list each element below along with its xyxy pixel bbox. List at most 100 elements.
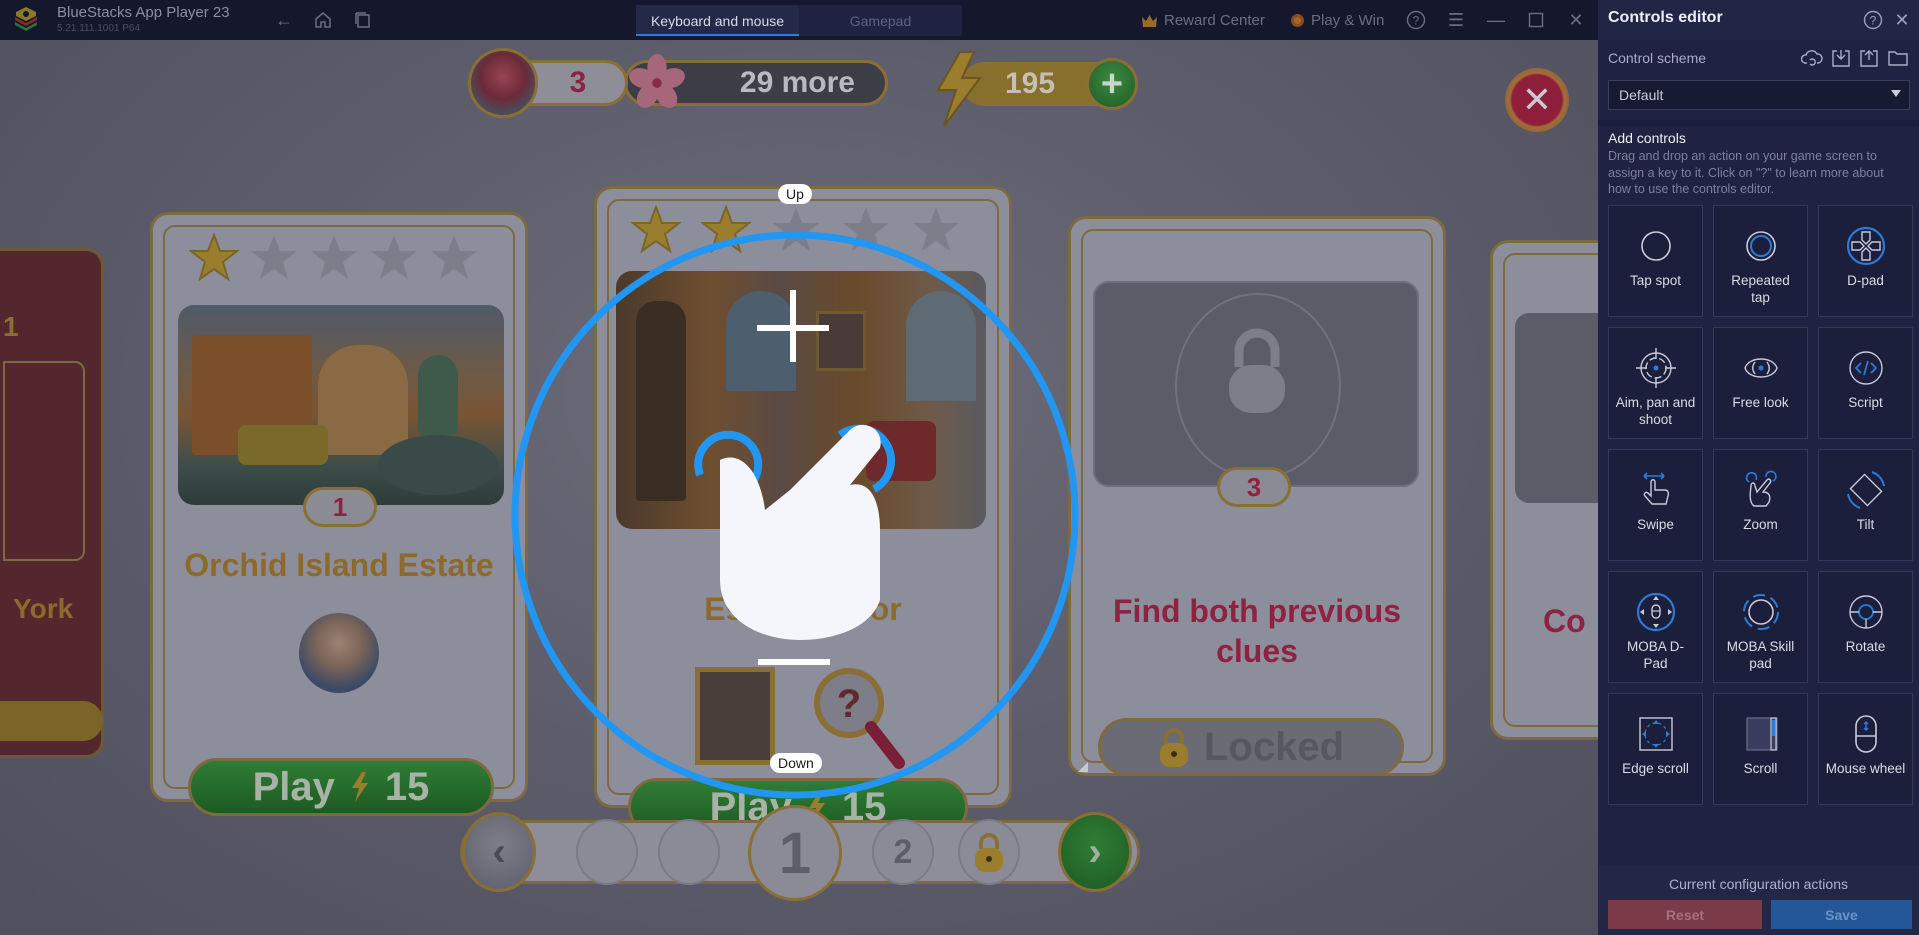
- card-badge-partial: 1: [3, 311, 19, 342]
- tilt-icon: [1846, 471, 1885, 509]
- locked-label: Locked: [1203, 724, 1345, 769]
- zoom-up-key-label[interactable]: Up: [778, 184, 812, 204]
- zoom-down-key-label[interactable]: Down: [770, 753, 822, 773]
- control-aim-pan-shoot[interactable]: Aim, pan and shoot: [1608, 327, 1703, 439]
- play-button-orchid[interactable]: Play 15: [188, 758, 494, 816]
- case-number-badge: 1: [303, 487, 377, 527]
- star-filled-icon: [631, 205, 681, 253]
- card-title-partial: Co: [1543, 603, 1586, 639]
- window-close-button[interactable]: ✕: [1564, 8, 1588, 32]
- control-script[interactable]: Script: [1818, 327, 1913, 439]
- control-mouse-wheel[interactable]: Mouse wheel: [1818, 693, 1913, 805]
- control-label: MOBA Skill pad: [1726, 639, 1795, 671]
- close-icon: ✕: [1568, 9, 1584, 30]
- player-avatar[interactable]: [468, 48, 538, 118]
- control-repeated-tap[interactable]: Repeated tap: [1713, 205, 1808, 317]
- control-zoom[interactable]: Zoom: [1713, 449, 1808, 561]
- control-moba-dpad[interactable]: MOBA D-Pad: [1608, 571, 1703, 683]
- control-tilt[interactable]: Tilt: [1818, 449, 1913, 561]
- card-title-partial: York: [13, 593, 74, 624]
- card-locked-case[interactable]: 3 Find both previous clues: [1068, 216, 1446, 776]
- case-title: Orchid Island Estate: [184, 547, 494, 583]
- locked-button[interactable]: Locked: [1098, 718, 1404, 776]
- card-estate-parlor[interactable]: Estate Parlor ?: [594, 186, 1012, 808]
- case-requirement: Find both previous clues: [1113, 593, 1401, 669]
- menu-button[interactable]: ☰: [1444, 8, 1468, 32]
- moba-skill-pad-icon: [1742, 594, 1779, 630]
- controls-editor-panel: Controls editor ? ✕ Control scheme Defau…: [1598, 0, 1919, 935]
- card-new-york-partial[interactable]: 1 York: [0, 248, 104, 758]
- aim-pan-shoot-icon: [1635, 348, 1676, 388]
- svg-text:?: ?: [837, 682, 861, 726]
- scroll-icon: [1745, 717, 1778, 751]
- home-button[interactable]: [311, 8, 335, 32]
- control-label: Script: [1848, 395, 1883, 410]
- card-next-partial[interactable]: Co: [1490, 240, 1598, 740]
- reward-center-button[interactable]: Reward Center: [1141, 8, 1265, 32]
- recent-apps-button[interactable]: [351, 8, 375, 32]
- padlock-icon: [975, 833, 1003, 872]
- control-free-look[interactable]: Free look: [1713, 327, 1808, 439]
- hamburger-menu-icon: ☰: [1447, 9, 1465, 30]
- pager-next-button[interactable]: ›: [1058, 812, 1132, 892]
- tap-spot-icon: [1640, 231, 1671, 261]
- star-rating: [631, 205, 961, 253]
- close-icon: ✕: [1894, 9, 1910, 30]
- pager-dot-empty[interactable]: [658, 819, 720, 885]
- tab-gamepad[interactable]: Gamepad: [799, 5, 962, 36]
- arrow-left-icon: ←: [275, 9, 293, 30]
- pager-dot-empty[interactable]: [576, 819, 638, 885]
- control-rotate[interactable]: Rotate: [1818, 571, 1913, 683]
- cloud-sync-icon[interactable]: [1801, 48, 1823, 68]
- pager-page-current[interactable]: 1: [748, 805, 842, 901]
- control-moba-skill-pad[interactable]: MOBA Skill pad: [1713, 571, 1808, 683]
- control-scheme-select[interactable]: Default: [1608, 80, 1910, 110]
- star-empty-icon: [251, 235, 297, 279]
- svg-text:?: ?: [1413, 14, 1420, 28]
- moba-dpad-icon: [1636, 592, 1675, 632]
- star-empty-icon: [773, 207, 819, 251]
- back-button[interactable]: ←: [272, 8, 296, 32]
- save-button[interactable]: Save: [1771, 900, 1912, 929]
- resize-handle[interactable]: [1078, 762, 1088, 772]
- export-icon[interactable]: [1858, 48, 1880, 68]
- minimize-button[interactable]: —: [1484, 8, 1508, 32]
- case-title: Estate Parlor: [704, 591, 902, 627]
- control-scroll[interactable]: Scroll: [1713, 693, 1808, 805]
- suspect-portrait: [299, 613, 379, 693]
- swipe-icon: [1642, 472, 1669, 505]
- play-and-win-button[interactable]: Play & Win: [1290, 8, 1384, 32]
- reset-button[interactable]: Reset: [1608, 900, 1762, 929]
- orchid-estate-illustration: [178, 305, 504, 505]
- game-screen[interactable]: 29 more 3 195 + ✕ 1 York 1 Orchid Island…: [0, 40, 1598, 935]
- control-label: Repeated tap: [1731, 273, 1790, 305]
- input-mode-tabs: Keyboard and mouse Gamepad: [636, 5, 962, 36]
- panel-close-button[interactable]: ✕: [1890, 8, 1914, 32]
- photo-clue: [695, 667, 775, 765]
- add-energy-button[interactable]: +: [1086, 58, 1138, 110]
- control-tap-spot[interactable]: Tap spot: [1608, 205, 1703, 317]
- star-empty-icon: [843, 207, 889, 251]
- folder-icon[interactable]: [1887, 48, 1909, 68]
- game-close-button[interactable]: ✕: [1505, 68, 1569, 132]
- pager-page-2[interactable]: 2: [872, 819, 934, 885]
- script-icon: [1848, 351, 1883, 385]
- pager-page-locked[interactable]: [958, 819, 1020, 885]
- control-label: Edge scroll: [1622, 761, 1689, 776]
- tab-keyboard-and-mouse[interactable]: Keyboard and mouse: [636, 5, 799, 36]
- pager-prev-button[interactable]: ‹: [462, 812, 536, 892]
- control-label: Aim, pan and shoot: [1615, 395, 1696, 427]
- card-orchid-island-estate[interactable]: 1 Orchid Island Estate: [150, 212, 528, 802]
- control-edge-scroll[interactable]: Edge scroll: [1608, 693, 1703, 805]
- star-empty-icon: [431, 235, 477, 279]
- play-label: Play: [252, 764, 335, 809]
- panel-help-button[interactable]: ?: [1861, 8, 1885, 32]
- control-label: Zoom: [1743, 517, 1778, 532]
- import-icon[interactable]: [1830, 48, 1852, 68]
- help-button[interactable]: ?: [1404, 8, 1428, 32]
- control-label: Tap spot: [1629, 273, 1682, 288]
- control-swipe[interactable]: Swipe: [1608, 449, 1703, 561]
- control-label: D-pad: [1847, 273, 1884, 288]
- maximize-button[interactable]: [1524, 8, 1548, 32]
- control-dpad[interactable]: D-pad: [1818, 205, 1913, 317]
